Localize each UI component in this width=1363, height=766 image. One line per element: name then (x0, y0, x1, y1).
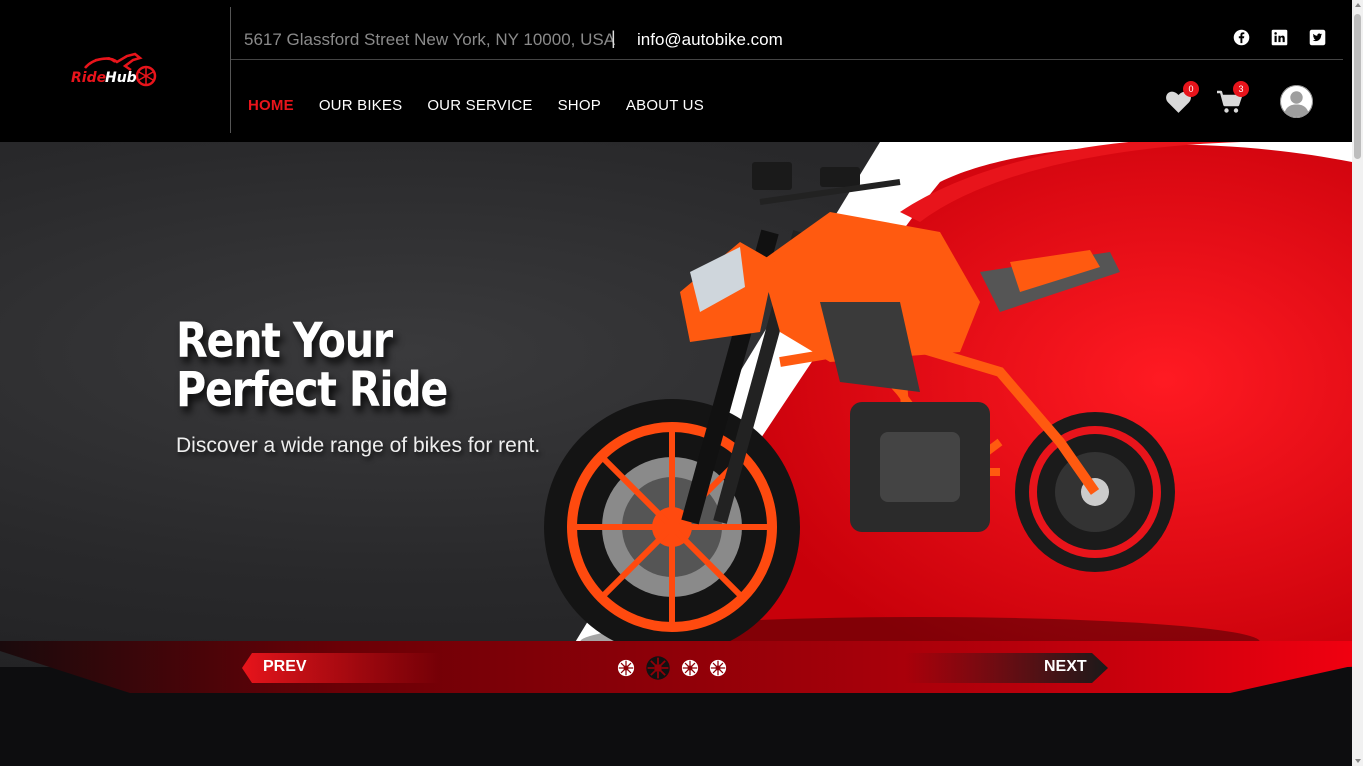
nav-shop[interactable]: SHOP (558, 97, 601, 114)
facebook-icon[interactable] (1233, 29, 1250, 46)
site-header: Ride Hub 5617 Glassford Street New York,… (0, 0, 1352, 142)
cart-count-badge: 3 (1233, 81, 1249, 97)
email-link[interactable]: info@autobike.com (637, 30, 783, 50)
hero-title-line-1: Rent Your (176, 313, 393, 369)
nav-our-bikes[interactable]: OUR BIKES (319, 97, 403, 114)
slide-dot-2-active-icon[interactable] (645, 655, 671, 681)
hero-slide: Rent Your Perfect Ride Discover a wide r… (0, 142, 1352, 667)
address-text: 5617 Glassford Street New York, NY 10000… (244, 30, 616, 49)
slide-dot-4-icon[interactable] (709, 659, 727, 677)
page: Ride Hub 5617 Glassford Street New York,… (0, 0, 1363, 766)
user-icon (1280, 85, 1313, 118)
slide-dot-3-icon[interactable] (681, 659, 699, 677)
linkedin-icon[interactable] (1271, 29, 1288, 46)
logo-text-hub: Hub (105, 70, 137, 86)
prev-label[interactable]: PREV (263, 658, 307, 676)
hero-subtitle: Discover a wide range of bikes for rent. (176, 434, 541, 457)
scrollbar-thumb[interactable] (1354, 14, 1361, 159)
main-nav: HOME OUR BIKES OUR SERVICE SHOP ABOUT US (248, 97, 729, 114)
page-bottom-area (0, 693, 1352, 766)
motorbike-logo-icon: Ride Hub (71, 52, 157, 87)
user-avatar[interactable] (1280, 85, 1313, 118)
scroll-up-icon[interactable] (1355, 3, 1361, 7)
scroll-down-icon[interactable] (1355, 759, 1361, 763)
nav-home[interactable]: HOME (248, 97, 294, 114)
twitter-icon[interactable] (1309, 29, 1326, 46)
hero-title: Rent Your Perfect Ride (176, 317, 520, 415)
slide-indicators (617, 655, 727, 681)
logo[interactable]: Ride Hub (0, 0, 230, 142)
hero-title-line-2: Perfect Ride (176, 362, 448, 418)
nav-about-us[interactable]: ABOUT US (626, 97, 704, 114)
nav-our-service[interactable]: OUR SERVICE (427, 97, 532, 114)
contact-bar: 5617 Glassford Street New York, NY 10000… (231, 0, 1343, 60)
contact-separator: | (611, 28, 616, 48)
logo-text-ride: Ride (71, 70, 106, 86)
wishlist-count-badge: 0 (1183, 81, 1199, 97)
next-label[interactable]: NEXT (1044, 658, 1087, 676)
slide-dot-1-icon[interactable] (617, 659, 635, 677)
vertical-scrollbar[interactable] (1352, 0, 1363, 766)
